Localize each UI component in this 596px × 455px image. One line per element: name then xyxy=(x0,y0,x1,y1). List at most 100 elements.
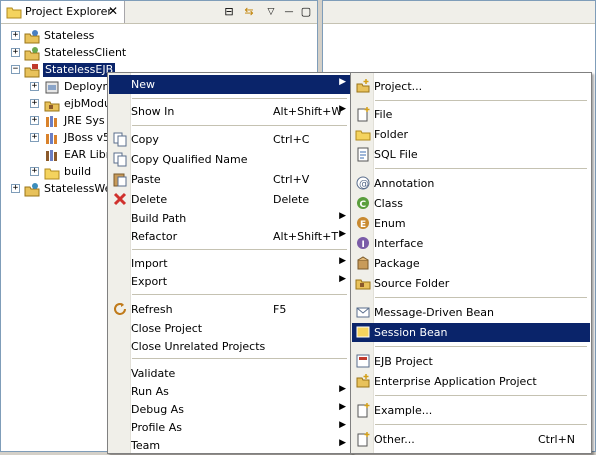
folder-icon xyxy=(6,5,22,19)
menu-item-copy[interactable]: Copy Ctrl+C xyxy=(109,130,350,149)
minimize-icon[interactable]: — xyxy=(281,4,297,20)
menu-item-session-bean[interactable]: Session Bean xyxy=(352,323,590,342)
project-explorer-tab[interactable]: Project Explorer ✕ xyxy=(1,1,125,23)
menu-label: Paste xyxy=(131,173,161,186)
submenu-arrow-icon: ▶ xyxy=(339,402,346,412)
menu-item-import[interactable]: Import ▶ xyxy=(109,254,350,273)
svg-text:I: I xyxy=(362,240,365,250)
menu-item-message-driven-bean[interactable]: Message-Driven Bean xyxy=(352,303,590,322)
menu-item-project[interactable]: Project... xyxy=(352,77,590,96)
menu-item-team[interactable]: Team ▶ xyxy=(109,436,350,455)
menu-item-class[interactable]: C Class xyxy=(352,194,590,213)
menu-item-example[interactable]: Example... xyxy=(352,401,590,420)
tree-item-label: ejbModu xyxy=(64,97,111,110)
menu-item-ejb-project[interactable]: EJB Project xyxy=(352,352,590,371)
menu-item-new[interactable]: New ▶ xyxy=(109,75,350,94)
menu-label: Delete xyxy=(131,193,168,206)
expander-icon[interactable]: + xyxy=(11,31,20,40)
menu-item-sql-file[interactable]: SQL File xyxy=(352,145,590,164)
expander-icon[interactable]: + xyxy=(30,116,39,125)
menu-item-show-in[interactable]: Show In Alt+Shift+W ▶ xyxy=(109,102,350,121)
expander-icon[interactable]: + xyxy=(30,82,39,91)
menu-item-package[interactable]: Package xyxy=(352,254,590,273)
menu-item-refactor[interactable]: Refactor Alt+Shift+T ▶ xyxy=(109,227,350,246)
menu-label: Package xyxy=(374,257,420,270)
svg-text:E: E xyxy=(360,220,366,230)
sql-file-icon xyxy=(355,146,371,162)
menu-label: Source Folder xyxy=(374,277,450,290)
deployment-descriptor-icon xyxy=(44,80,60,95)
expander-icon[interactable]: + xyxy=(11,48,20,57)
menu-item-folder[interactable]: Folder xyxy=(352,125,590,144)
refresh-icon xyxy=(112,301,128,317)
menu-item-delete[interactable]: Delete Delete xyxy=(109,190,350,209)
ejb-project-icon xyxy=(355,353,371,369)
menu-separator xyxy=(132,249,347,250)
menu-separator xyxy=(132,98,347,99)
menu-item-profile-as[interactable]: Profile As ▶ xyxy=(109,418,350,437)
source-folder-icon xyxy=(355,275,371,291)
menu-item-run-as[interactable]: Run As ▶ xyxy=(109,382,350,401)
menu-item-refresh[interactable]: Refresh F5 xyxy=(109,300,350,319)
submenu-arrow-icon: ▶ xyxy=(339,104,346,114)
menu-shortcut: Alt+Shift+W xyxy=(273,105,343,118)
menu-item-annotation[interactable]: @ Annotation xyxy=(352,174,590,193)
menu-label: Debug As xyxy=(131,403,184,416)
context-menu: New ▶ Show In Alt+Shift+W ▶ Copy Ctrl+C … xyxy=(107,72,352,454)
folder-icon xyxy=(44,165,60,180)
enum-icon: E xyxy=(355,215,371,231)
expander-icon[interactable]: + xyxy=(30,99,39,108)
collapse-icon[interactable]: − xyxy=(11,65,20,74)
menu-item-enterprise-application-project[interactable]: Enterprise Application Project xyxy=(352,372,590,391)
menu-label: Class xyxy=(374,197,403,210)
menu-label: Enterprise Application Project xyxy=(374,375,537,388)
tree-item-label: JRE Sys xyxy=(64,114,105,127)
menu-item-validate[interactable]: Validate xyxy=(109,364,350,383)
menu-label: Annotation xyxy=(374,177,435,190)
submenu-arrow-icon: ▶ xyxy=(339,274,346,284)
menu-item-other[interactable]: Other... Ctrl+N xyxy=(352,430,590,449)
enterprise-project-icon xyxy=(355,373,371,389)
menu-shortcut: Delete xyxy=(273,193,310,206)
menu-label: Enum xyxy=(374,217,406,230)
menu-label: Other... xyxy=(374,433,415,446)
menu-label: Team xyxy=(131,439,161,452)
menu-label: EJB Project xyxy=(374,355,433,368)
expander-icon[interactable]: + xyxy=(11,184,20,193)
expander-icon[interactable]: + xyxy=(30,167,39,176)
collapse-all-icon[interactable]: ⊟ xyxy=(221,4,237,20)
menu-item-debug-as[interactable]: Debug As ▶ xyxy=(109,400,350,419)
tree-item-label: Stateless xyxy=(44,29,95,42)
svg-text:@: @ xyxy=(359,179,369,190)
expander-icon[interactable]: + xyxy=(30,133,39,142)
menu-item-build-path[interactable]: Build Path ▶ xyxy=(109,209,350,228)
close-icon[interactable]: ✕ xyxy=(108,4,118,18)
ejb-project-icon xyxy=(24,63,40,78)
menu-separator xyxy=(375,100,587,101)
menu-label: Import xyxy=(131,257,168,270)
view-menu-icon[interactable]: ▽ xyxy=(263,4,279,20)
menu-item-copy-qualified-name[interactable]: Copy Qualified Name xyxy=(109,150,350,169)
menu-item-enum[interactable]: E Enum xyxy=(352,214,590,233)
menu-label: New xyxy=(131,78,155,91)
menu-label: Close Project xyxy=(131,322,203,335)
maximize-icon[interactable]: ▢ xyxy=(298,4,314,20)
paste-icon xyxy=(112,171,128,187)
menu-item-close-project[interactable]: Close Project xyxy=(109,319,350,338)
menu-item-interface[interactable]: I Interface xyxy=(352,234,590,253)
library-icon xyxy=(44,131,60,146)
submenu-arrow-icon: ▶ xyxy=(339,384,346,394)
menu-separator xyxy=(132,125,347,126)
interface-icon: I xyxy=(355,235,371,251)
copy-icon xyxy=(112,151,128,167)
menu-item-source-folder[interactable]: Source Folder xyxy=(352,274,590,293)
menu-item-file[interactable]: File xyxy=(352,105,590,124)
link-editor-icon[interactable]: ⇆ xyxy=(241,4,257,20)
menu-separator xyxy=(375,168,587,169)
menu-item-close-unrelated-projects[interactable]: Close Unrelated Projects xyxy=(109,337,350,356)
library-icon xyxy=(44,148,60,163)
menu-item-export[interactable]: Export ▶ xyxy=(109,272,350,291)
tab-title: Project Explorer xyxy=(25,5,112,18)
project-icon xyxy=(24,46,40,61)
menu-item-paste[interactable]: Paste Ctrl+V xyxy=(109,170,350,189)
